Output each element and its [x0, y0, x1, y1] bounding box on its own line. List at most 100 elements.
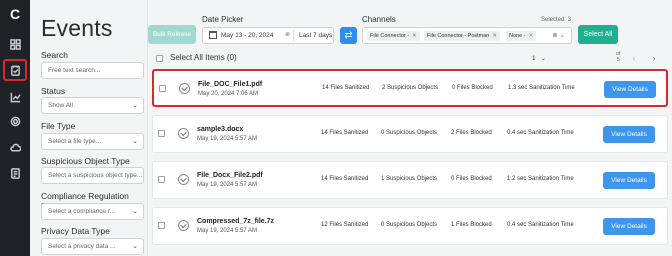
selected-count: Selected: 3: [541, 17, 572, 23]
channel-chip[interactable]: File Connector - Postman ✕: [424, 31, 500, 41]
suspicious-objects: 0 Suspicious Objects: [381, 130, 438, 136]
page-select[interactable]: 1 ⌄: [532, 54, 546, 62]
file-name: Compressed_7z_file.7z: [197, 218, 275, 225]
status-select[interactable]: Show All ⌄: [41, 97, 144, 114]
previous-page-button[interactable]: ‹: [628, 52, 640, 64]
event-row[interactable]: Compressed_7z_file.7z May 19, 2024 5:57 …: [152, 207, 668, 245]
view-details-button[interactable]: View Details: [604, 81, 656, 98]
row-checkbox[interactable]: [159, 85, 166, 92]
privacy-type-select[interactable]: Select a privacy data ... ⌄: [41, 238, 144, 255]
row-checkbox[interactable]: [158, 222, 165, 229]
suspicious-type-label: Suspicious Object Type: [41, 156, 130, 166]
files-sanitized: 14 Files Sanitized: [321, 176, 369, 182]
channel-chip-label: File Connector - Postman: [427, 33, 490, 39]
page-title: Events: [41, 15, 113, 41]
nav-dashboard[interactable]: [3, 33, 27, 55]
compliance-rule-select[interactable]: Select a compliance r... ⌄: [41, 203, 144, 220]
status-label: Status: [41, 86, 66, 96]
suspicious-type-value: Select a suspicious object type...: [48, 172, 143, 179]
filter-panel: Events Search Free text search... Status…: [30, 0, 148, 256]
remove-chip-icon[interactable]: ✕: [412, 33, 417, 39]
row-checkbox[interactable]: [158, 176, 165, 183]
chart-icon: [10, 92, 21, 102]
suspicious-type-select[interactable]: Select a suspicious object type...: [41, 167, 144, 184]
chevron-down-icon: ⌄: [132, 243, 138, 250]
chevron-down-icon: ⌄: [132, 102, 138, 109]
sanitization-time: 1.2 sec Sanitization Time: [507, 176, 574, 182]
refresh-icon: ⇄: [344, 30, 353, 41]
page-total: 5: [616, 57, 620, 63]
chevron-down-icon: ⌄: [132, 208, 138, 215]
calendar-icon: [209, 31, 217, 39]
view-details-button[interactable]: View Details: [603, 172, 655, 189]
nav-events[interactable]: [3, 59, 27, 81]
channel-chip[interactable]: File Connector - ✕: [367, 31, 420, 41]
select-all-checkbox[interactable]: [156, 55, 163, 62]
channel-chip-label: None -: [509, 33, 526, 39]
privacy-type-value: Select a privacy data ...: [48, 243, 116, 250]
file-name: sample3.docx: [197, 126, 244, 133]
nav-cloud[interactable]: [3, 136, 27, 158]
clear-date-icon[interactable]: ⊗: [285, 28, 290, 43]
clear-channels-icon[interactable]: ⊗ ⌄: [552, 28, 565, 43]
chevron-down-icon: ⌄: [540, 55, 547, 62]
event-row[interactable]: File_Docx_File2.pdf May 19, 2024 5:57 AM…: [152, 161, 668, 199]
date-picker-label: Date Picker: [202, 15, 244, 24]
event-date: May 19, 2024 5:57 AM: [197, 228, 258, 234]
files-blocked: 0 Files Blocked: [451, 176, 492, 182]
app-logo: C: [9, 6, 21, 22]
channels-select[interactable]: File Connector - ✕ File Connector - Postm…: [362, 27, 572, 44]
nav-documents[interactable]: [3, 162, 27, 184]
page-count: of 5: [616, 51, 621, 63]
events-icon: [10, 65, 20, 76]
select-all-items-label: Select All Items (0): [170, 53, 237, 62]
suspicious-objects: 2 Suspicious Objects: [382, 85, 439, 91]
privacy-type-label: Privacy Data Type: [41, 226, 110, 236]
channels-label: Channels: [362, 15, 396, 24]
remove-chip-icon[interactable]: ✕: [492, 33, 497, 39]
check-circle-icon: [178, 174, 189, 185]
date-range-value: May 13 - 20, 2024: [221, 32, 274, 39]
file-type-value: Select a file type...: [48, 138, 102, 145]
event-row[interactable]: File_DOC_File1.pdf May 20, 2024 7:06 AM …: [152, 69, 668, 107]
suspicious-objects: 0 Suspicious Objects: [381, 222, 438, 228]
channel-chip-label: File Connector -: [370, 33, 410, 39]
file-name: File_DOC_File1.pdf: [198, 81, 263, 88]
view-details-button[interactable]: View Details: [603, 126, 655, 143]
remove-chip-icon[interactable]: ✕: [529, 33, 534, 39]
date-preset-select[interactable]: Last 7 days: [299, 28, 332, 43]
channel-chip[interactable]: None - ✕: [506, 31, 537, 41]
event-date: May 19, 2024 5:57 AM: [197, 182, 258, 188]
row-checkbox[interactable]: [158, 130, 165, 137]
files-sanitized: 14 Files Sanitized: [322, 85, 370, 91]
select-all-button[interactable]: Select All: [578, 25, 618, 44]
file-name: File_Docx_File2.pdf: [197, 172, 263, 179]
file-type-label: File Type: [41, 121, 76, 131]
document-icon: [10, 167, 20, 179]
date-picker[interactable]: May 13 - 20, 2024 ⊗ Last 7 days: [202, 27, 334, 44]
search-input[interactable]: Free text search...: [41, 62, 144, 79]
nav-reports[interactable]: [3, 86, 27, 108]
event-date: May 20, 2024 7:06 AM: [198, 91, 259, 97]
files-blocked: 2 Files Blocked: [451, 130, 492, 136]
status-value: Show All: [48, 102, 73, 109]
file-type-select[interactable]: Select a file type... ⌄: [41, 133, 144, 150]
sanitization-time: 0.4 sec Sanitization Time: [507, 222, 574, 228]
files-sanitized: 12 Files Sanitized: [321, 222, 369, 228]
sanitization-time: 1.3 sec Sanitization Time: [508, 85, 575, 91]
page-number: 1: [532, 55, 536, 62]
sanitization-time: 0.4 sec Sanitization Time: [507, 130, 574, 136]
bulk-release-button[interactable]: Bulk Release: [148, 25, 196, 44]
refresh-button[interactable]: ⇄: [340, 27, 357, 44]
files-blocked: 0 Files Blocked: [452, 85, 493, 91]
cloud-icon: [9, 143, 21, 151]
check-circle-icon: [178, 220, 189, 231]
check-circle-icon: [178, 128, 189, 139]
next-page-button[interactable]: ›: [648, 52, 660, 64]
nav-settings[interactable]: [3, 110, 27, 132]
app-window: C Events Search Free text search... Stat…: [0, 0, 672, 256]
grid-icon: [9, 38, 21, 50]
nav-rail: C: [0, 0, 30, 256]
view-details-button[interactable]: View Details: [603, 218, 655, 235]
event-row[interactable]: sample3.docx May 19, 2024 5:57 AM 14 Fil…: [152, 115, 668, 153]
